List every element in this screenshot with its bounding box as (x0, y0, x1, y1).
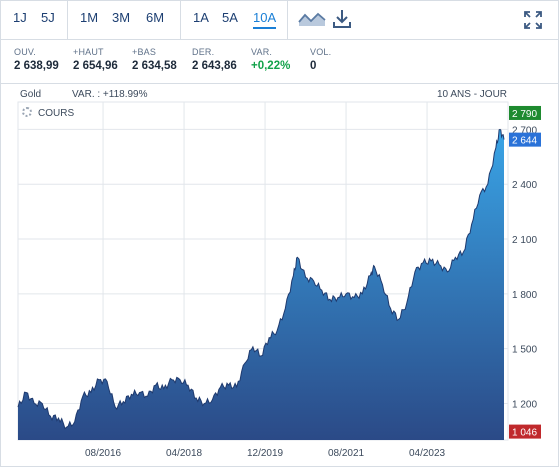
min-price-tag: 1 046 (512, 428, 537, 439)
legend-label: COURS (38, 108, 75, 119)
y-tick-label: 1 800 (512, 290, 537, 301)
x-tick-label: 12/2019 (247, 448, 284, 459)
series-legend: COURS (22, 107, 74, 119)
x-tick-label: 04/2018 (166, 448, 203, 459)
max-price-tag: 2 790 (512, 109, 537, 120)
price-area (18, 129, 504, 440)
x-tick-label: 08/2016 (85, 448, 122, 459)
y-tick-label: 2 100 (512, 235, 537, 246)
y-tick-label: 1 200 (512, 399, 537, 410)
last-price-tag: 2 644 (512, 136, 537, 147)
y-tick-label: 1 500 (512, 345, 537, 356)
x-tick-label: 08/2021 (328, 448, 365, 459)
y-tick-label: 2 400 (512, 180, 537, 191)
x-tick-label: 04/2023 (409, 448, 446, 459)
price-chart[interactable]: 1 2001 5001 8002 1002 4002 70008/2016 04/… (0, 0, 559, 467)
settings-gear-icon[interactable] (22, 107, 32, 117)
